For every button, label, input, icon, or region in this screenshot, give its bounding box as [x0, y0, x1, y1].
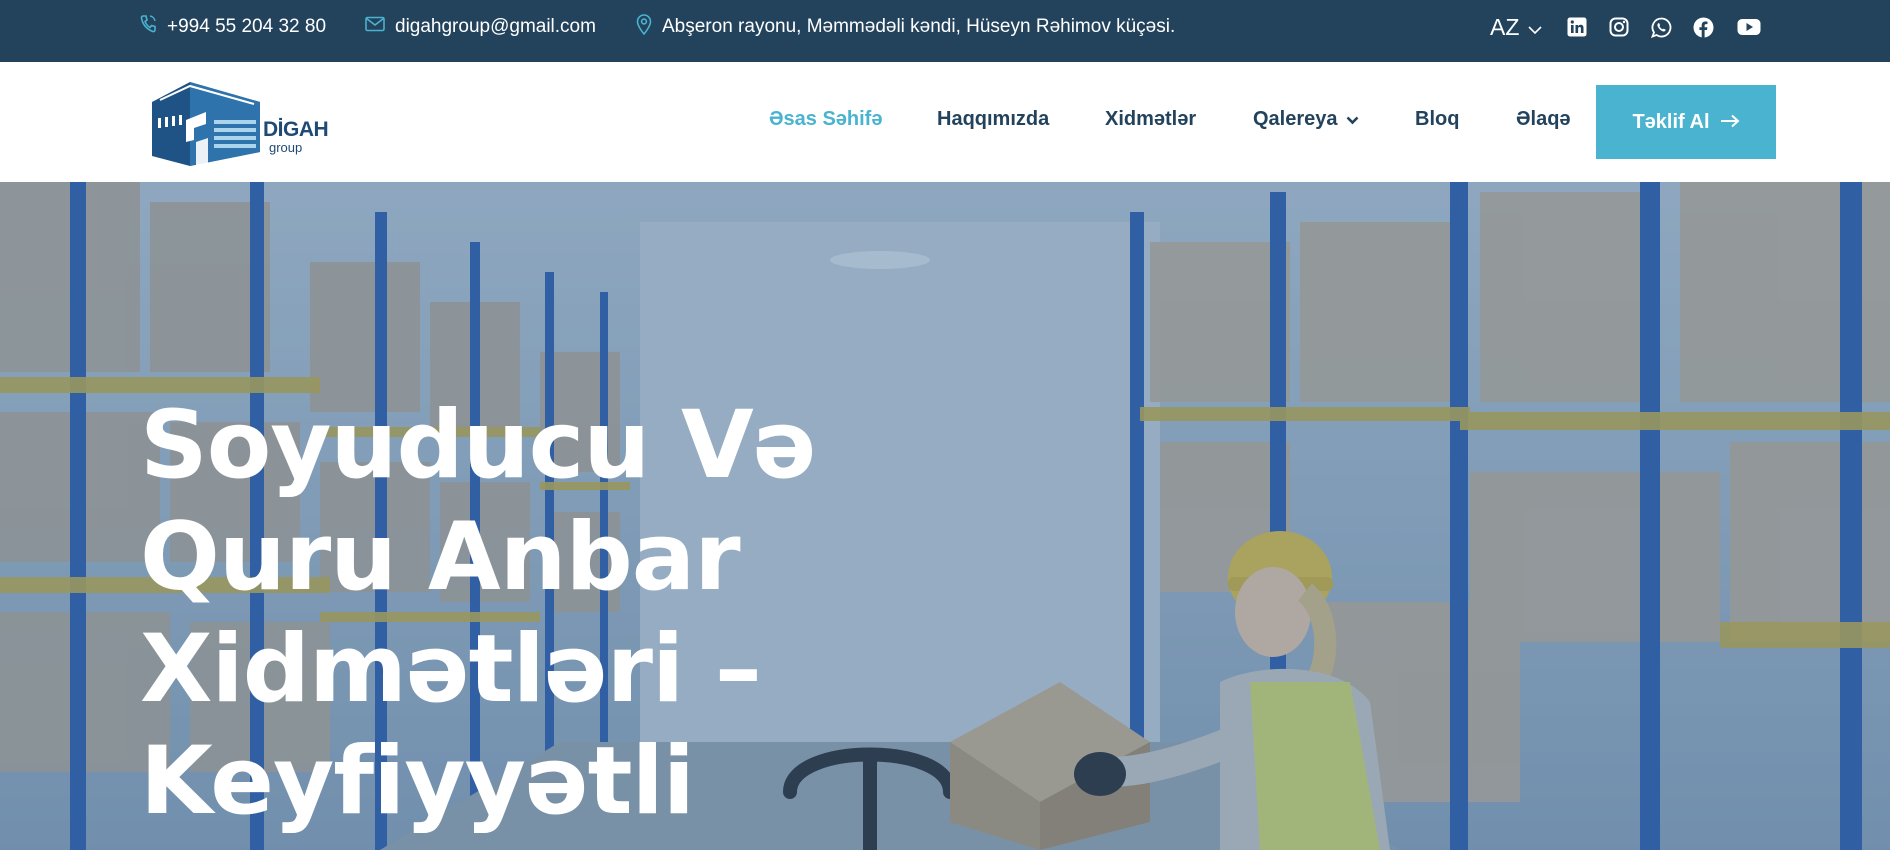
get-offer-label: Təklif Al [1632, 110, 1710, 133]
nav-gallery[interactable]: Qalereya [1253, 108, 1359, 131]
logo-subtext: group [269, 140, 303, 155]
address-contact: Abşeron rayonu, Məmmədəli kəndi, Hüseyn … [636, 0, 1175, 54]
chevron-down-icon [1338, 108, 1359, 131]
main-header: DİGAH group Əsas Səhifə Haqqımızda Xidmə… [0, 62, 1890, 182]
arrow-right-icon [1710, 111, 1740, 134]
language-label: AZ [1490, 13, 1520, 40]
nav-services[interactable]: Xidmətlər [1105, 108, 1196, 131]
chevron-down-icon [1519, 14, 1542, 41]
facebook-icon[interactable] [1691, 15, 1715, 39]
whatsapp-icon[interactable] [1649, 15, 1673, 39]
nav-contact[interactable]: Əlaqə [1516, 108, 1571, 131]
phone-contact[interactable]: +994 55 204 32 80 [139, 0, 326, 54]
get-offer-button[interactable]: Təklif Al [1596, 85, 1776, 159]
logo-text: DİGAH [263, 118, 329, 141]
mail-icon [365, 16, 395, 38]
phone-icon [139, 14, 167, 40]
nav-about[interactable]: Haqqımızda [937, 108, 1049, 131]
nav-blog[interactable]: Bloq [1415, 108, 1459, 131]
instagram-icon[interactable] [1607, 15, 1631, 39]
address-text: Abşeron rayonu, Məmmədəli kəndi, Hüseyn … [662, 16, 1176, 37]
language-selector[interactable]: AZ [1490, 0, 1542, 54]
company-logo[interactable]: DİGAH group [150, 80, 329, 170]
hero-title: Soyuducu Və Quru Anbar Xidmətləri – Keyf… [140, 391, 817, 836]
nav-gallery-label: Qalereya [1253, 108, 1338, 130]
linkedin-icon[interactable] [1565, 15, 1589, 39]
top-bar: +994 55 204 32 80 digahgroup@gmail.com A… [0, 0, 1890, 62]
nav-home[interactable]: Əsas Səhifə [769, 108, 882, 131]
email-contact[interactable]: digahgroup@gmail.com [365, 0, 596, 54]
hero-section: Soyuducu Və Quru Anbar Xidmətləri – Keyf… [0, 182, 1890, 850]
location-pin-icon [636, 13, 662, 41]
phone-number: +994 55 204 32 80 [167, 16, 327, 37]
youtube-icon[interactable] [1736, 15, 1762, 39]
email-address: digahgroup@gmail.com [395, 16, 596, 37]
